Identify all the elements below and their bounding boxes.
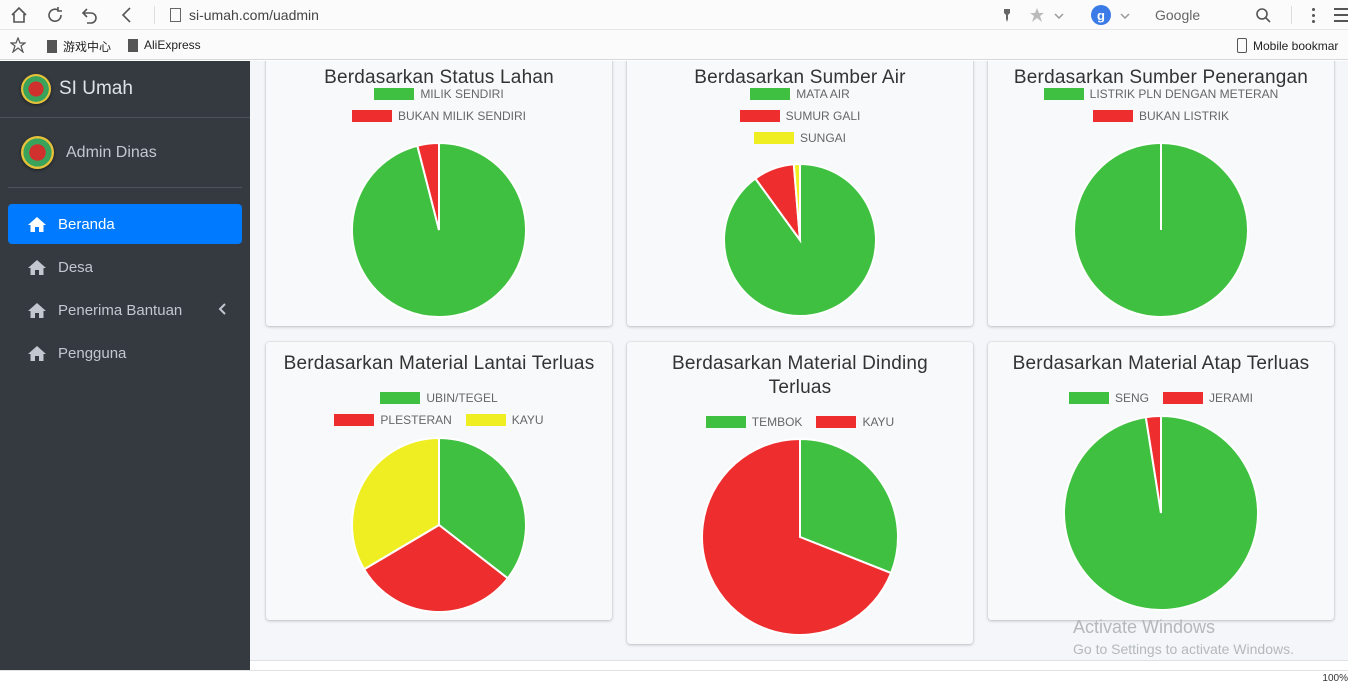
search-engine-label[interactable]: Google — [1155, 7, 1235, 23]
brand-link[interactable]: SI Umah — [0, 61, 250, 118]
home-icon[interactable] — [8, 4, 30, 26]
reload-icon[interactable] — [44, 4, 66, 26]
sidebar-item-beranda[interactable]: Beranda — [8, 204, 242, 244]
browser-right-tools: g Google — [999, 2, 1348, 28]
main-content: Berdasarkan Status Lahan MILIK SENDIRI B… — [250, 61, 1348, 670]
menu-icon[interactable] — [1334, 8, 1348, 22]
pie-chart[interactable] — [988, 342, 1334, 620]
chevron-down-icon[interactable] — [1119, 9, 1131, 21]
home-icon — [27, 258, 47, 276]
browser-toolbar: si-umah.com/uadmin g Google — [0, 0, 1348, 30]
bookmark-item[interactable]: 游戏中心 — [47, 38, 111, 55]
pie-chart[interactable] — [988, 61, 1334, 326]
separator — [1291, 6, 1292, 24]
avatar — [21, 136, 54, 169]
sidebar-item-pengguna[interactable]: Pengguna — [8, 333, 242, 373]
url-separator — [154, 6, 155, 24]
home-icon — [27, 301, 47, 319]
bookmark-label: AliExpress — [144, 38, 201, 52]
browser-statusbar: 100% — [0, 670, 1348, 685]
pin-icon[interactable] — [999, 7, 1015, 23]
chart-card-sumber-air: Berdasarkan Sumber Air MATA AIR SUMUR GA… — [627, 61, 973, 326]
phone-icon — [1237, 38, 1247, 53]
pie-chart[interactable] — [627, 61, 973, 326]
browser-nav — [8, 4, 138, 26]
pie-chart[interactable] — [266, 61, 612, 326]
undo-icon[interactable] — [80, 4, 102, 26]
home-icon — [27, 344, 47, 362]
sidebar-item-desa[interactable]: Desa — [8, 247, 242, 287]
mobile-bookmarks-label: Mobile bookmar — [1253, 38, 1339, 53]
sidebar-menu: Beranda Desa Penerima Bantuan Pengguna — [0, 188, 250, 373]
pie-chart[interactable] — [266, 342, 612, 620]
back-icon[interactable] — [116, 4, 138, 26]
sidebar-item-label: Penerima Bantuan — [58, 301, 183, 319]
watermark-subtitle: Go to Settings to activate Windows. — [1073, 641, 1294, 657]
chart-card-sumber-penerangan: Berdasarkan Sumber Penerangan LISTRIK PL… — [988, 61, 1334, 326]
user-panel[interactable]: Admin Dinas — [8, 118, 242, 188]
sidebar-item-label: Desa — [58, 258, 94, 276]
bookmarks-bar: 游戏中心 AliExpress Mobile bookmar — [0, 30, 1348, 60]
home-icon — [27, 215, 47, 233]
more-menu-icon[interactable] — [1306, 6, 1320, 24]
chart-card-material-atap: Berdasarkan Material Atap Terluas SENG J… — [988, 342, 1334, 620]
watermark-title: Activate Windows — [1073, 617, 1216, 637]
star-icon[interactable] — [10, 37, 26, 53]
chart-card-status-lahan: Berdasarkan Status Lahan MILIK SENDIRI B… — [266, 61, 612, 326]
search-engine-icon[interactable]: g — [1091, 5, 1111, 25]
page-icon — [170, 8, 181, 22]
user-name: Admin Dinas — [66, 143, 157, 161]
star-icon[interactable] — [1029, 7, 1045, 23]
chevron-down-icon[interactable] — [1053, 9, 1065, 21]
bookmark-item[interactable]: AliExpress — [128, 38, 201, 52]
brand-text: SI Umah — [59, 78, 133, 99]
mobile-bookmarks[interactable]: Mobile bookmar — [1237, 38, 1338, 53]
chevron-left-icon — [218, 302, 228, 320]
activate-windows-watermark: Activate Windows Go to Settings to activ… — [1073, 617, 1294, 657]
chart-card-material-lantai: Berdasarkan Material Lantai Terluas UBIN… — [266, 342, 612, 620]
zoom-level[interactable]: 100% — [1322, 673, 1348, 684]
chart-card-material-dinding: Berdasarkan Material Dinding Terluas TEM… — [627, 342, 973, 644]
sidebar-item-penerima-bantuan[interactable]: Penerima Bantuan — [8, 290, 242, 330]
search-icon[interactable] — [1255, 7, 1271, 23]
bookmark-label: 游戏中心 — [63, 40, 112, 54]
sidebar-item-label: Beranda — [58, 215, 115, 233]
brand-logo — [21, 74, 51, 104]
sidebar-item-label: Pengguna — [58, 344, 127, 362]
address-bar[interactable]: si-umah.com/uadmin — [189, 7, 319, 23]
pie-chart[interactable] — [627, 342, 973, 644]
page-icon — [128, 38, 138, 52]
content-footer — [250, 660, 1348, 670]
page-icon — [47, 40, 57, 53]
sidebar: SI Umah Admin Dinas Beranda Desa Penerim… — [0, 61, 250, 670]
